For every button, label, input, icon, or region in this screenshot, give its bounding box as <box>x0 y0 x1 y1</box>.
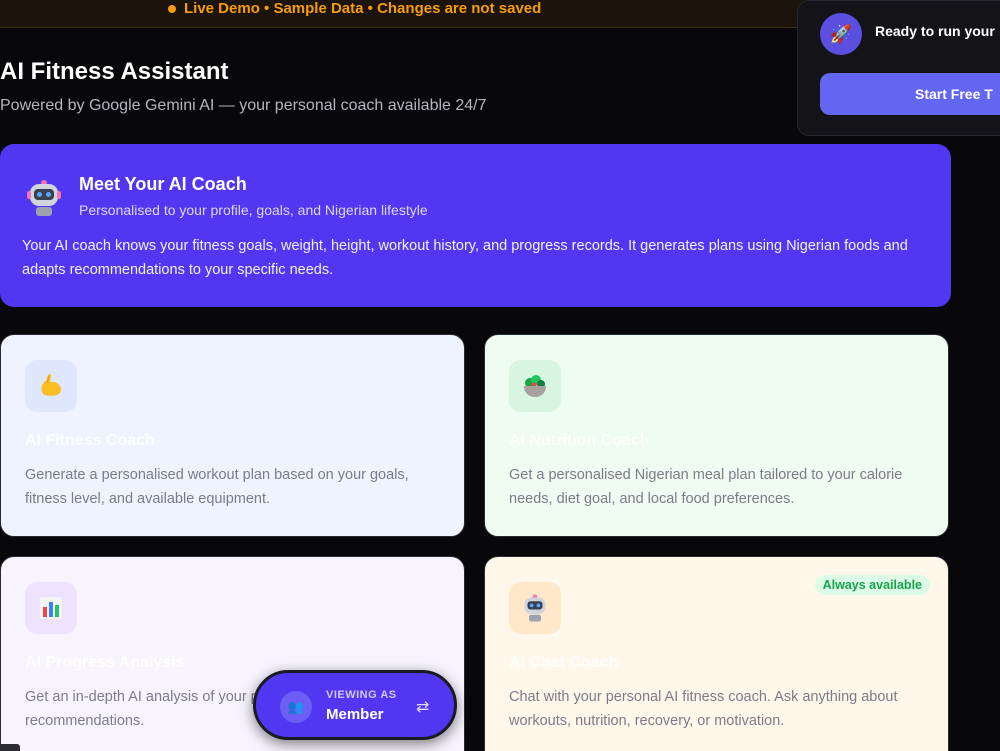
corner-chip <box>0 744 20 751</box>
ai-chat-coach-card[interactable]: Always available AI Chat Coach Chat with… <box>484 556 949 751</box>
tool-description: Chat with your personal AI fitness coach… <box>509 689 898 729</box>
start-free-trial-button[interactable]: Start Free T <box>820 73 1000 115</box>
hero-title: Meet Your AI Coach <box>79 174 247 194</box>
ai-fitness-coach-card[interactable]: AI Fitness Coach Generate a personalised… <box>0 334 465 537</box>
bar-chart-icon <box>25 582 77 634</box>
tool-title: AI Nutrition Coach <box>509 432 650 449</box>
always-available-badge: Always available <box>814 575 930 595</box>
tool-description: Generate a personalised workout plan bas… <box>25 467 409 507</box>
tool-title: AI Progress Analysis <box>25 654 185 671</box>
status-dot-icon <box>168 5 176 13</box>
hero-subtitle: Personalised to your profile, goals, and… <box>79 202 428 218</box>
tool-description: Get a personalised Nigerian meal plan ta… <box>509 467 903 507</box>
role-value: Member <box>326 706 384 723</box>
tool-title: AI Fitness Coach <box>25 432 155 449</box>
role-label: VIEWING AS <box>326 689 397 701</box>
upgrade-text: Ready to run your <box>875 23 995 39</box>
demo-banner-text: Live Demo • Sample Data • Changes are no… <box>184 0 542 17</box>
demo-banner-text-wrap: Live Demo • Sample Data • Changes are no… <box>168 0 541 18</box>
robot-icon <box>509 582 561 634</box>
swap-arrows-icon: ⇄ <box>416 699 430 716</box>
upgrade-card: 🚀 Ready to run your Start Free T <box>797 0 1000 136</box>
users-icon: 👥 <box>280 691 312 723</box>
salad-bowl-icon <box>509 360 561 412</box>
ai-coach-hero: Meet Your AI Coach Personalised to your … <box>0 144 951 307</box>
hero-description: Your AI coach knows your fitness goals, … <box>22 238 908 278</box>
page-subtitle: Powered by Google Gemini AI — your perso… <box>0 97 487 114</box>
rocket-icon: 🚀 <box>820 13 862 55</box>
role-switcher[interactable]: 👥 VIEWING AS Member ⇄ <box>253 670 457 740</box>
page-title: AI Fitness Assistant <box>0 58 229 85</box>
tool-title: AI Chat Coach <box>509 654 619 671</box>
flexed-biceps-icon <box>25 360 77 412</box>
ai-nutrition-coach-card[interactable]: AI Nutrition Coach Get a personalised Ni… <box>484 334 949 537</box>
robot-icon <box>27 180 61 216</box>
